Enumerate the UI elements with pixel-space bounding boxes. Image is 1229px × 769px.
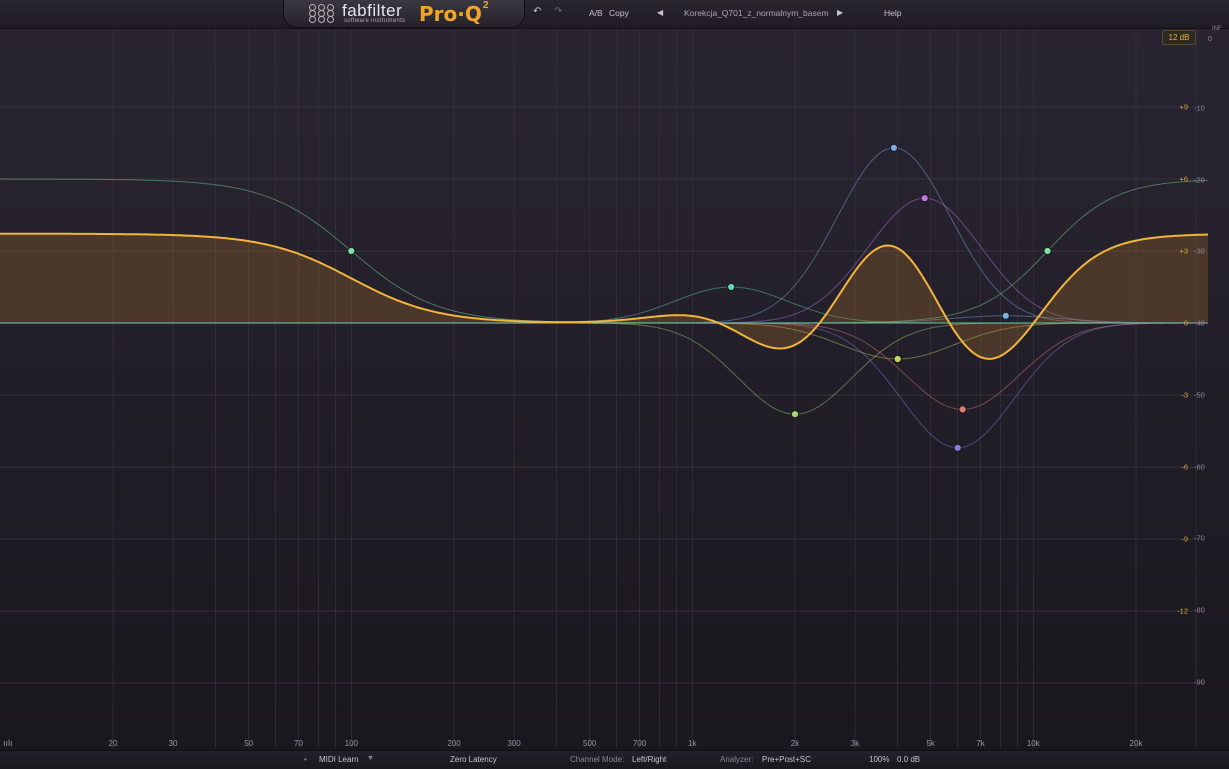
band-5-handle[interactable] — [893, 354, 902, 364]
band-8-handle[interactable] — [953, 443, 962, 452]
output-gain-value[interactable]: 0.0 dB — [897, 755, 920, 764]
status-bar: • MIDI Learn ▼ Zero Latency Channel Mode… — [0, 750, 1229, 769]
eq-db-label: +9 — [1179, 102, 1188, 112]
analyzer-db-label: -10 — [1194, 103, 1205, 113]
fabfilter-logo-icon — [309, 4, 335, 23]
channel-mode-value[interactable]: Left/Right — [632, 755, 666, 764]
freq-label: 300 — [507, 739, 521, 748]
freq-label: 20 — [108, 739, 118, 748]
freq-label: 30 — [168, 739, 178, 748]
copy-button[interactable]: Copy — [609, 8, 629, 18]
product-version: 2 — [483, 0, 489, 11]
analyzer-db-label: -90 — [1194, 677, 1205, 687]
analyzer-value[interactable]: Pre+Post+SC — [762, 755, 811, 764]
freq-label: 1k — [688, 739, 697, 748]
freq-label: 100 — [344, 739, 358, 748]
freq-label: 200 — [447, 739, 461, 748]
product-name: Pro·Q — [419, 2, 482, 26]
band-10-handle[interactable] — [1043, 246, 1052, 256]
triangle-left-icon[interactable]: ◀ — [657, 8, 663, 17]
chevron-down-icon[interactable]: ▼ — [367, 755, 374, 762]
latency-mode[interactable]: Zero Latency — [450, 755, 497, 764]
eq-db-label: -6 — [1181, 462, 1188, 472]
eq-db-label: +3 — [1179, 246, 1188, 256]
infinity-label: INF — [1212, 26, 1222, 32]
analyzer-top-label: 0 — [1208, 36, 1212, 43]
analyzer-db-label: -40 — [1194, 318, 1205, 328]
freq-label: 20k — [1129, 739, 1143, 748]
analyzer-db-label: -20 — [1194, 175, 1205, 185]
display-range-button[interactable]: 12 dB — [1162, 30, 1196, 45]
undo-icon[interactable]: ↶ — [533, 6, 541, 17]
midi-learn-button[interactable]: MIDI Learn — [319, 755, 359, 764]
logo-plate: fabfilter software instruments Pro·Q 2 — [283, 0, 525, 28]
ab-button[interactable]: A/B — [589, 8, 603, 18]
band-9-handle[interactable] — [1001, 311, 1010, 320]
freq-label: 70 — [294, 739, 303, 748]
analyzer-db-label: -50 — [1194, 390, 1205, 400]
freq-label: 50 — [244, 739, 254, 748]
preset-name[interactable]: Korekcja_Q701_z_normalnym_basem — [684, 8, 829, 18]
eq-db-label: +6 — [1179, 174, 1188, 184]
band-7-handle[interactable] — [958, 405, 967, 414]
analyzer-icon[interactable]: ıılı — [3, 738, 13, 748]
analyzer-db-label: -30 — [1194, 246, 1205, 256]
eq-db-label: -12 — [1177, 606, 1188, 616]
band-1-handle[interactable] — [347, 246, 356, 256]
help-button[interactable]: Help — [884, 8, 901, 18]
band-4-handle[interactable] — [889, 143, 899, 152]
analyzer-label: Analyzer: — [720, 755, 754, 764]
analyzer-db-label: -60 — [1194, 462, 1205, 471]
eq-db-label: -3 — [1181, 390, 1188, 400]
freq-label: 5k — [926, 739, 935, 748]
eq-background — [0, 0, 1229, 768]
midi-learn-dot-icon: • — [304, 755, 307, 764]
band-3-handle[interactable] — [790, 410, 800, 419]
eq-db-label: 0 — [1183, 318, 1188, 328]
channel-mode-label: Channel Mode: — [570, 755, 625, 764]
freq-label: 3k — [850, 739, 860, 748]
freq-label: 500 — [583, 739, 597, 748]
analyzer-db-label: -80 — [1194, 605, 1205, 615]
freq-label: 700 — [632, 739, 647, 748]
redo-icon[interactable]: ↷ — [554, 6, 562, 17]
zoom-value[interactable]: 100% — [869, 755, 889, 764]
freq-label: 2k — [790, 739, 800, 748]
eq-display[interactable] — [0, 0, 1229, 768]
analyzer-db-label: -70 — [1194, 533, 1205, 543]
brand-subtitle: software instruments — [344, 18, 406, 24]
band-6-handle[interactable] — [920, 194, 929, 203]
eq-db-label: -9 — [1181, 534, 1188, 544]
freq-label: 7k — [976, 739, 985, 748]
top-bar: fabfilter software instruments Pro·Q 2 ↶… — [0, 0, 1229, 29]
freq-label: 10k — [1026, 739, 1040, 748]
band-2-handle[interactable] — [727, 282, 736, 292]
triangle-right-icon[interactable]: ▶ — [837, 8, 843, 17]
